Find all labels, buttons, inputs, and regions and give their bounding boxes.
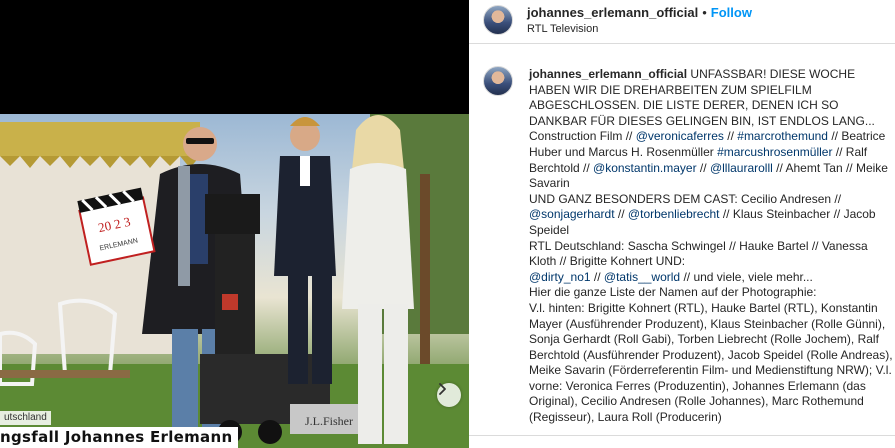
photo-illustration: 20 2 3 ERLEMANN J.L.Fisher bbox=[0, 114, 469, 448]
mention-link[interactable]: @torbenliebrecht bbox=[628, 207, 720, 221]
hashtag-link[interactable]: #marcushrosenmüller bbox=[717, 145, 832, 159]
caption-avatar[interactable] bbox=[483, 66, 513, 96]
caption-text: // bbox=[590, 269, 604, 284]
divider bbox=[469, 435, 895, 436]
caption-text: // bbox=[614, 207, 628, 222]
header-user-line: johannes_erlemann_official • Follow bbox=[527, 5, 752, 20]
clapperboard: 20 2 3 ERLEMANN bbox=[77, 187, 156, 266]
post-header: johannes_erlemann_official • Follow RTL Te… bbox=[469, 0, 895, 44]
mention-link[interactable]: @veronicaferres bbox=[636, 129, 724, 143]
mention-link[interactable]: @tatis__world bbox=[604, 270, 680, 284]
next-image-button[interactable] bbox=[437, 383, 461, 407]
comments-area[interactable]: johannes_erlemann_official UNFASSBAR! DI… bbox=[469, 45, 895, 435]
mention-link[interactable]: @konstantin.mayer bbox=[593, 161, 697, 175]
image-caption-title: ngsfall Johannes Erlemann bbox=[0, 427, 239, 448]
caption-text: // bbox=[696, 160, 710, 175]
post-media[interactable]: 20 2 3 ERLEMANN J.L.Fisher utschland ngs… bbox=[0, 0, 469, 448]
caption-text: V.l. hinten: Brigitte Kohnert (RTL), Hau… bbox=[529, 300, 893, 425]
post-side-panel: johannes_erlemann_official • Follow RTL Te… bbox=[469, 0, 895, 448]
mention-link[interactable]: @sonjagerhardt bbox=[529, 207, 615, 221]
mention-link[interactable]: @dirty_no1 bbox=[529, 270, 591, 284]
camera-brand: J.L.Fisher bbox=[305, 414, 353, 428]
chevron-right-icon bbox=[439, 383, 446, 395]
caption-text: RTL Deutschland: Sascha Schwingel // Hau… bbox=[529, 238, 868, 269]
separator-dot: • bbox=[702, 5, 707, 20]
caption-text: Construction Film // bbox=[529, 129, 636, 144]
location-link[interactable]: RTL Television bbox=[527, 23, 598, 35]
caption-username[interactable]: johannes_erlemann_official bbox=[529, 67, 687, 81]
caption-text: UND GANZ BESONDERS DEM CAST: Cecilio And… bbox=[529, 191, 842, 206]
caption-text: // bbox=[723, 129, 738, 144]
caption-text: // und viele, viele mehr... bbox=[680, 269, 813, 284]
follow-button[interactable]: Follow bbox=[711, 5, 752, 20]
tree-trunk bbox=[420, 174, 430, 374]
mention-link[interactable]: @lllaurarolll bbox=[710, 161, 773, 175]
caption-text: Hier die ganze Liste der Namen auf der P… bbox=[529, 285, 817, 300]
post-caption: johannes_erlemann_official UNFASSBAR! DI… bbox=[529, 67, 893, 426]
header-username[interactable]: johannes_erlemann_official bbox=[527, 5, 698, 20]
hashtag-link[interactable]: #marcrothemund bbox=[737, 129, 828, 143]
post-photo[interactable]: 20 2 3 ERLEMANN J.L.Fisher bbox=[0, 114, 469, 448]
table bbox=[0, 370, 130, 378]
image-caption-tag: utschland bbox=[0, 411, 51, 425]
boy bbox=[274, 117, 336, 384]
avatar[interactable] bbox=[483, 5, 513, 35]
